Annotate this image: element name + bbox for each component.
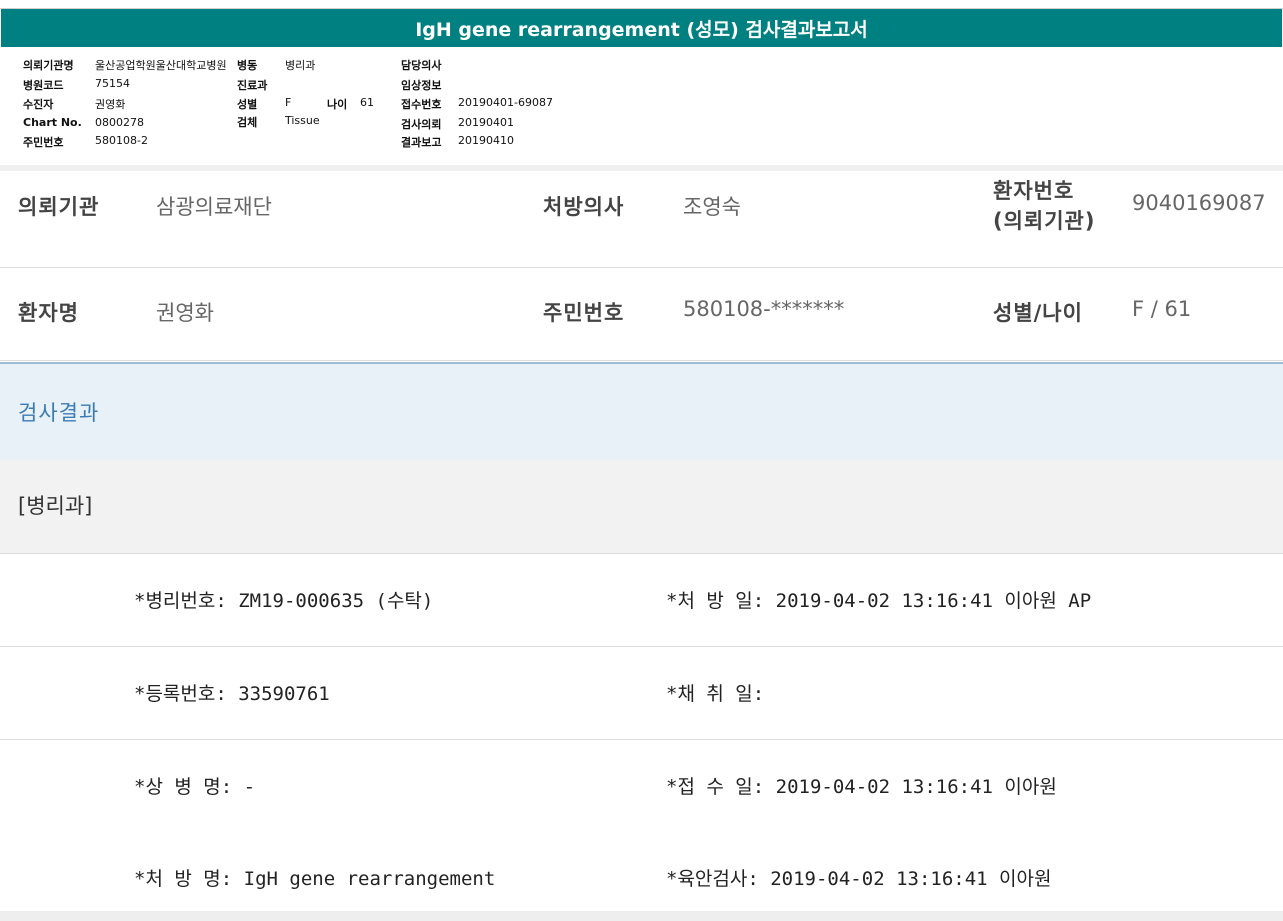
specimen-label: 검체: [237, 116, 258, 129]
patient-name-value: 권영화: [156, 301, 214, 325]
result-report-label: 결과보고: [401, 136, 442, 149]
patient-resident-no-label: 주민번호: [543, 301, 625, 325]
result-row-1-left: *병리번호: ZM19-000635 (수탁): [134, 590, 434, 612]
result-row-3-right: *접 수 일: 2019-04-02 13:16:41 이아원: [666, 776, 1057, 798]
result-row-4-right: *육안검사: 2019-04-02 13:16:41 이아원: [666, 868, 1052, 890]
prescriber-value: 조영숙: [683, 195, 741, 219]
recipient-label: 수진자: [23, 98, 54, 111]
sex-age-label: 성별/나이: [993, 301, 1083, 325]
receipt-no-label: 접수번호: [401, 98, 442, 111]
header-info-block: 의뢰기관명 울산공업학원울산대학교병원 병원코드 75154 수진자 권영화 C…: [0, 47, 1283, 166]
requesting-institution-label: 의뢰기관: [18, 195, 100, 219]
prescriber-label: 처방의사: [543, 195, 625, 219]
patient-no-label-line1: 환자번호: [993, 179, 1075, 203]
report-title: IgH gene rearrangement (성모) 검사결과보고서: [415, 18, 868, 41]
hospital-code-label: 병원코드: [23, 79, 64, 92]
patient-name-label: 환자명: [18, 301, 79, 325]
patient-row-2: 환자명 권영화 주민번호 580108-******* 성별/나이 F / 61: [0, 268, 1283, 361]
result-row-1: *병리번호: ZM19-000635 (수탁) *처 방 일: 2019-04-…: [0, 554, 1283, 647]
results-section-header: 검사결과: [0, 362, 1283, 462]
attending-label: 담당의사: [401, 59, 442, 72]
specimen-value: Tissue: [285, 114, 320, 127]
chart-no-label: Chart No.: [23, 116, 82, 129]
requesting-institution-value: 삼광의료재단: [156, 195, 272, 219]
ward-value: 병리과: [285, 59, 316, 72]
clinical-info-label: 임상정보: [401, 79, 442, 92]
patient-row-1: 의뢰기관 삼광의료재단 처방의사 조영숙 환자번호 (의뢰기관) 9040169…: [0, 171, 1283, 268]
result-row-1-right: *처 방 일: 2019-04-02 13:16:41 이아원 AP: [666, 590, 1092, 612]
result-row-2-left: *등록번호: 33590761: [134, 683, 330, 705]
result-row-4: *처 방 명: IgH gene rearrangement *육안검사: 20…: [0, 832, 1283, 911]
chart-no-value: 0800278: [95, 116, 144, 129]
dept-label: 진료과: [237, 79, 268, 92]
bottom-strip: [0, 911, 1283, 921]
report-title-bar: IgH gene rearrangement (성모) 검사결과보고서: [1, 9, 1282, 47]
result-row-3-left: *상 병 명: -: [134, 776, 256, 798]
result-row-3: *상 병 명: - *접 수 일: 2019-04-02 13:16:41 이아…: [0, 740, 1283, 833]
institution-label: 의뢰기관명: [23, 59, 74, 72]
sex-age-value: F / 61: [1132, 297, 1192, 321]
patient-no-label-line2: (의뢰기관): [993, 209, 1096, 233]
age-label: 나이: [327, 98, 348, 111]
patient-no-value: 9040169087: [1132, 191, 1266, 215]
recipient-value: 권영화: [95, 98, 126, 111]
result-report-value: 20190410: [458, 134, 514, 147]
test-request-value: 20190401: [458, 116, 514, 129]
result-row-4-left: *처 방 명: IgH gene rearrangement: [134, 868, 496, 890]
age-value: 61: [360, 96, 374, 109]
results-section-title: 검사결과: [18, 401, 100, 425]
sex-label: 성별: [237, 98, 258, 111]
resident-no-label: 주민번호: [23, 136, 64, 149]
department-header: [병리과]: [0, 460, 1283, 554]
top-border: [0, 0, 1283, 9]
resident-no-value: 580108-2: [95, 134, 148, 147]
result-row-2-right: *채 취 일:: [666, 683, 765, 705]
hospital-code-value: 75154: [95, 77, 130, 90]
ward-label: 병동: [237, 59, 258, 72]
result-row-2: *등록번호: 33590761 *채 취 일:: [0, 647, 1283, 740]
receipt-no-value: 20190401-69087: [458, 96, 553, 109]
sex-value: F: [285, 96, 292, 109]
patient-resident-no-value: 580108-*******: [683, 297, 845, 321]
department-title: [병리과]: [18, 494, 93, 518]
institution-value: 울산공업학원울산대학교병원: [95, 59, 227, 72]
test-request-label: 검사의뢰: [401, 118, 442, 131]
